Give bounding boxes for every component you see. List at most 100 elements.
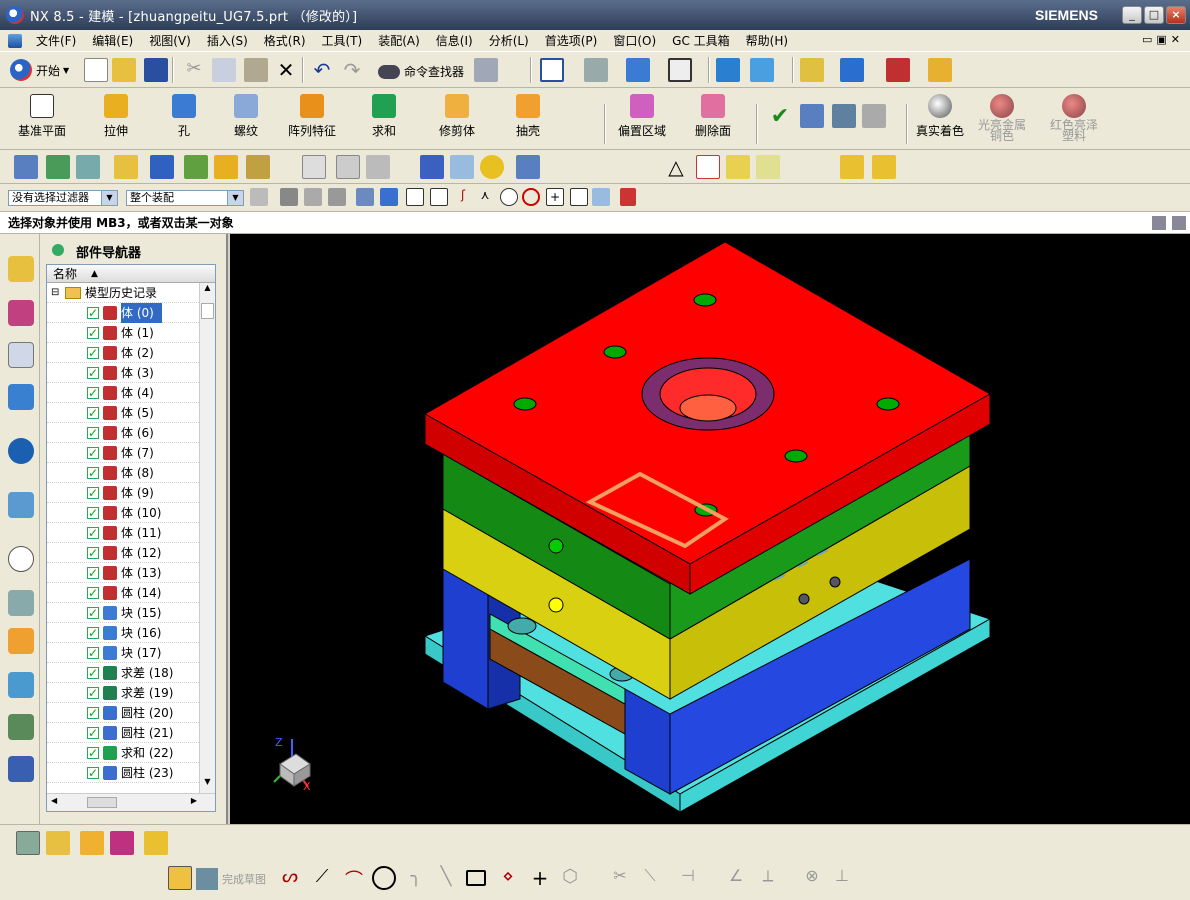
- tree-item[interactable]: 圆柱 (21): [47, 723, 199, 743]
- visibility-checkbox[interactable]: [87, 463, 99, 483]
- quick-extend-icon[interactable]: ⟍: [638, 866, 662, 890]
- polygon-icon[interactable]: ⋄: [496, 866, 520, 890]
- point-icon[interactable]: +: [528, 866, 552, 890]
- minimize-button[interactable]: _: [1122, 6, 1142, 24]
- axis-icon[interactable]: [862, 104, 886, 128]
- menu-info[interactable]: 信息(I): [428, 32, 481, 49]
- tree-item[interactable]: 圆柱 (20): [47, 703, 199, 723]
- menu-file[interactable]: 文件(F): [28, 32, 84, 49]
- spring-icon[interactable]: [450, 155, 474, 179]
- move-icon[interactable]: [750, 58, 774, 82]
- component-icon[interactable]: [76, 155, 100, 179]
- tree-item[interactable]: 体 (13): [47, 563, 199, 583]
- tree-item[interactable]: 求和 (22): [47, 743, 199, 763]
- arc-icon[interactable]: ⌒: [342, 866, 366, 891]
- menu-tools[interactable]: 工具(T): [314, 32, 371, 49]
- arc-center-icon[interactable]: [500, 188, 518, 206]
- tree-item[interactable]: 体 (7): [47, 443, 199, 463]
- visibility-checkbox[interactable]: [87, 743, 99, 763]
- collapse-icon[interactable]: ⊟: [51, 283, 59, 303]
- tree-item[interactable]: 体 (4): [47, 383, 199, 403]
- tree-item[interactable]: 块 (17): [47, 643, 199, 663]
- tree-item[interactable]: 圆柱 (23): [47, 763, 199, 783]
- sketch-icon[interactable]: [168, 866, 192, 890]
- cut-icon[interactable]: ✂: [182, 58, 206, 82]
- make-corner-icon[interactable]: ⊣: [676, 866, 700, 890]
- new-file-icon[interactable]: [84, 58, 108, 82]
- add-component-icon[interactable]: [46, 831, 70, 855]
- red-plastic-button[interactable]: 红色亮泽塑料: [1046, 94, 1102, 142]
- render-style-icon[interactable]: [584, 58, 608, 82]
- visibility-checkbox[interactable]: [87, 763, 99, 783]
- graphics-window[interactable]: Z X: [230, 234, 1190, 824]
- shaded-cube-icon[interactable]: [626, 58, 650, 82]
- web-browser-tab-icon[interactable]: [8, 492, 34, 518]
- control-point-icon[interactable]: ʃ: [454, 188, 472, 206]
- cylinder-icon[interactable]: [420, 155, 444, 179]
- tree-item[interactable]: 体 (3): [47, 363, 199, 383]
- extrude-button[interactable]: 拉伸: [96, 94, 136, 139]
- curve-icon[interactable]: [336, 155, 360, 179]
- intersection-icon[interactable]: ⋏: [476, 188, 494, 206]
- edit-component-icon[interactable]: [16, 831, 40, 855]
- mate-icon[interactable]: [184, 155, 208, 179]
- scroll-thumb[interactable]: [201, 303, 214, 319]
- scope-select[interactable]: 整个装配 ▼: [126, 190, 244, 206]
- weld-icon[interactable]: [516, 155, 540, 179]
- visibility-checkbox[interactable]: [87, 303, 99, 323]
- gc-icon[interactable]: [756, 155, 780, 179]
- menu-gc-toolbox[interactable]: GC 工具箱: [664, 32, 738, 49]
- menu-analysis[interactable]: 分析(L): [481, 32, 537, 49]
- circle-icon[interactable]: [372, 866, 396, 890]
- grid-snap-icon[interactable]: [620, 188, 636, 206]
- reuse-library-tab-icon[interactable]: [8, 384, 34, 410]
- open-folder-icon[interactable]: [112, 58, 136, 82]
- visibility-checkbox[interactable]: [87, 723, 99, 743]
- tree-item[interactable]: 体 (9): [47, 483, 199, 503]
- info-tab-icon[interactable]: [8, 438, 34, 464]
- command-finder-button[interactable]: 命令查找器: [378, 63, 464, 80]
- tree-item[interactable]: 求差 (19): [47, 683, 199, 703]
- delete-icon[interactable]: ✕: [274, 58, 298, 82]
- visibility-checkbox[interactable]: [87, 523, 99, 543]
- visibility-checkbox[interactable]: [87, 543, 99, 563]
- rectangle-icon[interactable]: [466, 870, 486, 886]
- drawing-icon[interactable]: [726, 155, 750, 179]
- visibility-checkbox[interactable]: [87, 643, 99, 663]
- menu-insert[interactable]: 插入(S): [199, 32, 256, 49]
- reposition-icon[interactable]: [214, 155, 238, 179]
- check-icon[interactable]: ✔: [768, 104, 792, 129]
- finish-sketch-button[interactable]: 完成草图: [196, 868, 266, 890]
- visibility-checkbox[interactable]: [87, 423, 99, 443]
- visibility-checkbox[interactable]: [87, 563, 99, 583]
- visibility-checkbox[interactable]: [87, 383, 99, 403]
- ruler-icon[interactable]: [928, 58, 952, 82]
- mold-parts-icon[interactable]: [872, 155, 896, 179]
- visibility-checkbox[interactable]: [87, 583, 99, 603]
- visibility-checkbox[interactable]: [87, 403, 99, 423]
- visibility-checkbox[interactable]: [87, 443, 99, 463]
- tree-vertical-scrollbar[interactable]: ▲ ▼: [199, 283, 215, 793]
- visibility-checkbox[interactable]: [87, 623, 99, 643]
- delete-face-button[interactable]: 删除面: [690, 94, 736, 139]
- visibility-checkbox[interactable]: [87, 683, 99, 703]
- assembly-constraint-icon[interactable]: [110, 831, 134, 855]
- move-component-icon[interactable]: [80, 831, 104, 855]
- tree-item[interactable]: 体 (14): [47, 583, 199, 603]
- copy-icon[interactable]: [212, 58, 236, 82]
- constraint-navigator-tab-icon[interactable]: [8, 300, 34, 326]
- unite-button[interactable]: 求和: [364, 94, 404, 139]
- select-face-icon[interactable]: [356, 188, 374, 206]
- save-icon[interactable]: [144, 58, 168, 82]
- component-array-icon[interactable]: [144, 831, 168, 855]
- sync-icon[interactable]: [800, 104, 824, 128]
- tree-item[interactable]: 体 (1): [47, 323, 199, 343]
- tree-item[interactable]: 体 (2): [47, 343, 199, 363]
- visibility-checkbox[interactable]: [87, 503, 99, 523]
- column-header-name[interactable]: 名称 ▲: [47, 265, 215, 283]
- tree-item[interactable]: 体 (5): [47, 403, 199, 423]
- tree-root[interactable]: ⊟ 模型历史记录: [47, 283, 199, 303]
- history-tab-icon[interactable]: [8, 546, 34, 572]
- constraint-icon[interactable]: [150, 155, 174, 179]
- grid-icon[interactable]: [832, 104, 856, 128]
